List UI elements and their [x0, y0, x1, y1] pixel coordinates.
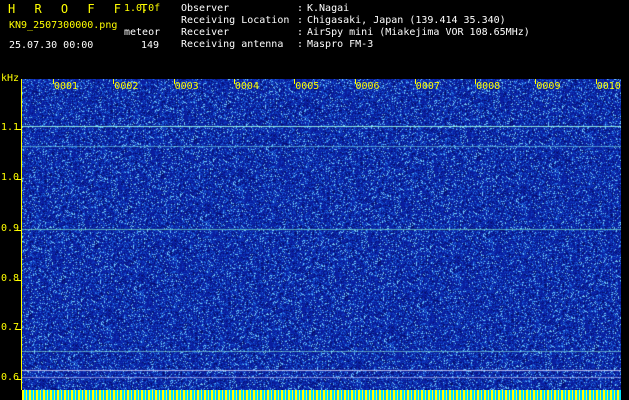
y-tick-label: 0.6 — [1, 372, 20, 383]
x-tick-label: 0005 — [295, 81, 320, 92]
y-tick-mark — [16, 379, 22, 380]
y-tick-mark — [16, 179, 22, 180]
spectrogram[interactable] — [22, 79, 621, 390]
x-tick-label: 0008 — [476, 81, 501, 92]
x-tick-mark — [354, 79, 356, 84]
x-tick-mark — [53, 79, 54, 84]
receiver-value: AirSpy mini (Miakejima VOR 108.65MHz) — [307, 27, 530, 38]
datetime-label: 25.07.30 00:00 — [9, 40, 94, 51]
filename-label: KN9_2507300000.png — [9, 20, 118, 31]
x-tick-mark — [294, 79, 296, 84]
y-tick-label: 0.8 — [1, 273, 20, 284]
y-tick-label: 1.0 — [1, 172, 20, 183]
y-tick-mark — [16, 280, 22, 281]
receiver-colon: : — [297, 27, 304, 38]
x-tick-mark — [535, 79, 537, 84]
x-tick-label: 0004 — [234, 81, 259, 92]
observer-colon: : — [297, 3, 304, 14]
bottom-signal-strip — [22, 390, 621, 400]
x-tick-mark — [595, 79, 597, 84]
meteor-count: 149 — [141, 40, 160, 51]
x-tick-mark — [173, 79, 175, 84]
x-tick-label: 0001 — [54, 81, 79, 92]
x-tick-label: 0006 — [355, 81, 380, 92]
antenna-value: Maspro FM-3 — [307, 39, 374, 50]
x-tick-mark — [113, 79, 115, 84]
y-axis-unit: kHz — [1, 73, 20, 84]
observer-value: K.Nagai — [307, 3, 350, 14]
x-tick-label: 0010 — [596, 81, 621, 92]
receiver-label: Receiver — [181, 27, 230, 38]
x-tick-label: 0007 — [415, 81, 440, 92]
x-tick-label: 0003 — [174, 81, 199, 92]
x-tick-mark — [475, 79, 477, 84]
spectrogram-canvas — [22, 79, 621, 390]
x-tick-label: 0002 — [114, 81, 139, 92]
x-tick-label: 0009 — [536, 81, 561, 92]
location-colon: : — [297, 15, 304, 26]
x-tick-mark — [233, 79, 235, 84]
y-tick-label: 0.7 — [1, 322, 20, 333]
antenna-label: Receiving antenna — [181, 39, 284, 50]
x-tick-mark — [414, 79, 416, 84]
antenna-colon: : — [297, 39, 304, 50]
y-tick-mark — [16, 329, 22, 330]
y-tick-mark — [16, 230, 22, 231]
y-tick-mark — [16, 129, 22, 130]
version-label: 1.0.0f — [124, 3, 161, 14]
header-panel: H R O F F T 1.0.0f KN9_2507300000.png me… — [0, 0, 629, 74]
observer-label: Observer — [181, 3, 230, 14]
location-label: Receiving Location — [181, 15, 290, 26]
meteor-label: meteor — [124, 27, 161, 38]
y-tick-label: 0.9 — [1, 223, 20, 234]
y-tick-label: 1.1 — [1, 122, 20, 133]
location-value: Chigasaki, Japan (139.414 35.340) — [307, 15, 506, 26]
